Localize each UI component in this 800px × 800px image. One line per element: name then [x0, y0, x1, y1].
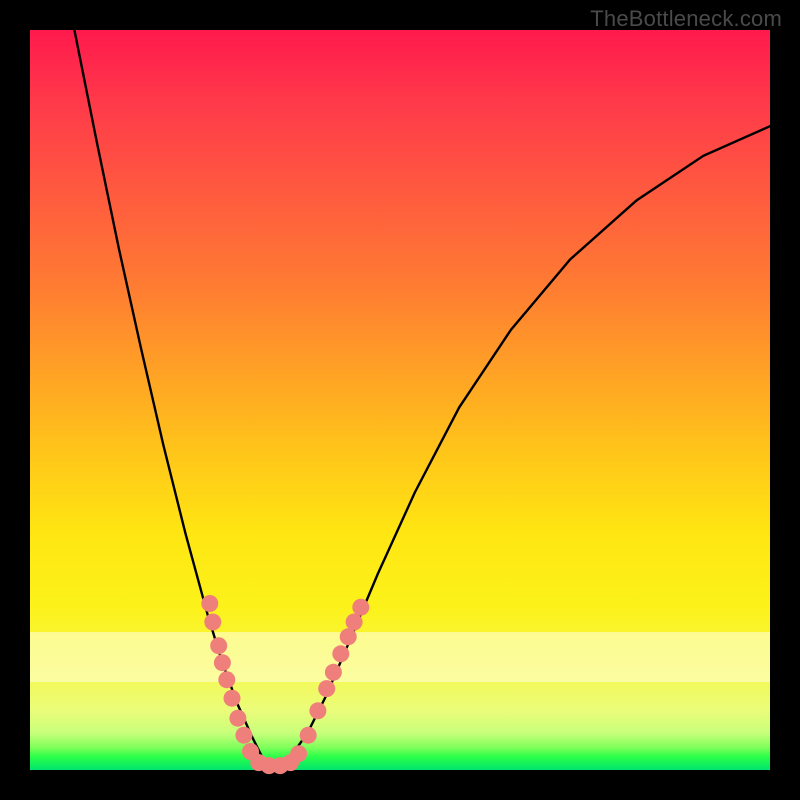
- data-marker: [229, 710, 246, 727]
- data-marker: [332, 645, 349, 662]
- data-marker: [224, 690, 241, 707]
- chart-svg: [30, 30, 770, 770]
- watermark-text: TheBottleneck.com: [590, 6, 782, 32]
- bottleneck-curve: [74, 30, 770, 766]
- data-marker: [318, 680, 335, 697]
- data-marker: [235, 727, 252, 744]
- data-marker: [300, 727, 317, 744]
- data-marker: [325, 664, 342, 681]
- data-marker: [201, 595, 218, 612]
- chart-frame: TheBottleneck.com: [0, 0, 800, 800]
- data-marker: [309, 702, 326, 719]
- data-marker: [204, 614, 221, 631]
- data-marker: [340, 628, 357, 645]
- marker-group: [201, 595, 369, 774]
- data-marker: [290, 745, 307, 762]
- data-marker: [218, 671, 235, 688]
- data-marker: [210, 637, 227, 654]
- data-marker: [214, 654, 231, 671]
- data-marker: [346, 614, 363, 631]
- data-marker: [352, 599, 369, 616]
